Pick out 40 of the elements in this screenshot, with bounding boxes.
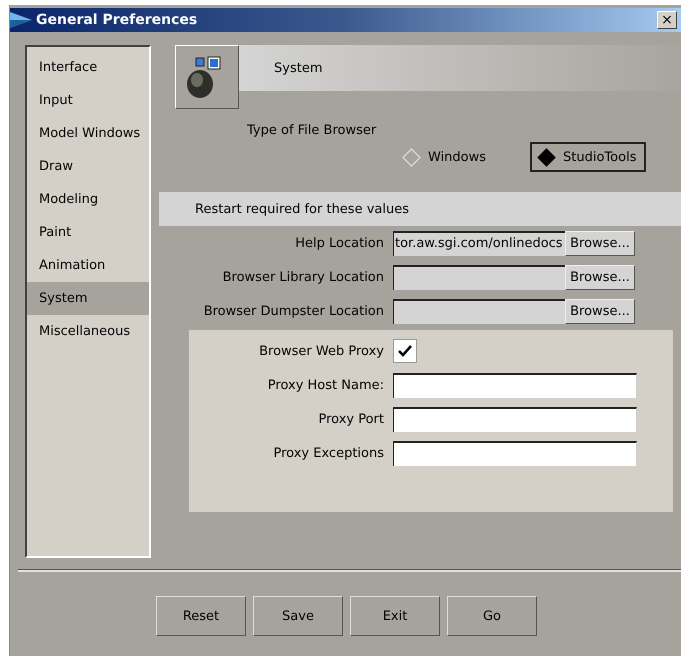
input-field[interactable] xyxy=(393,264,565,290)
input-field[interactable] xyxy=(393,440,637,466)
field-label: Proxy Port xyxy=(317,412,385,426)
field-label: Proxy Host Name: xyxy=(266,378,385,392)
radio-option[interactable]: Windows xyxy=(395,142,496,172)
category-item[interactable]: Interface xyxy=(27,51,149,84)
checkmark-icon xyxy=(398,345,412,357)
field-label: Proxy Exceptions xyxy=(272,446,385,460)
category-item[interactable]: Miscellaneous xyxy=(27,315,149,348)
field-label: Browser Library Location xyxy=(222,270,385,284)
section-heading: Restart required for these values xyxy=(195,202,409,216)
field-label: Help Location xyxy=(294,236,385,250)
field-label: Browser Web Proxy xyxy=(258,344,385,358)
category-item[interactable]: System xyxy=(27,282,149,315)
radio-option[interactable]: StudioTools xyxy=(530,142,646,172)
field-label: Type of File Browser xyxy=(247,123,378,138)
section-title: System xyxy=(274,60,322,76)
input-field[interactable]: tor.aw.sgi.com/onlinedocs xyxy=(393,230,565,256)
category-item[interactable]: Animation xyxy=(27,249,149,282)
category-item[interactable]: Input xyxy=(27,84,149,117)
close-button[interactable]: × xyxy=(657,11,677,29)
action-button[interactable]: Save xyxy=(253,596,343,636)
field-label: Browser Dumpster Location xyxy=(202,304,385,318)
category-item[interactable]: Paint xyxy=(27,216,149,249)
browse-button[interactable]: Browse... xyxy=(565,264,635,290)
action-button[interactable]: Reset xyxy=(156,596,246,636)
browse-button[interactable]: Browse... xyxy=(565,230,635,256)
category-item[interactable]: Draw xyxy=(27,150,149,183)
browse-button[interactable]: Browse... xyxy=(565,298,635,324)
input-field[interactable] xyxy=(393,298,565,324)
action-button[interactable]: Go xyxy=(447,596,537,636)
input-field[interactable] xyxy=(393,372,637,398)
window-title: General Preferences xyxy=(36,12,198,28)
app-logo-icon xyxy=(10,10,32,30)
category-item[interactable]: Model Windows xyxy=(27,117,149,150)
category-item[interactable]: Modeling xyxy=(27,183,149,216)
action-button[interactable]: Exit xyxy=(350,596,440,636)
checkbox[interactable] xyxy=(393,339,417,363)
input-field[interactable] xyxy=(393,406,637,432)
system-icon-button[interactable] xyxy=(175,45,239,109)
